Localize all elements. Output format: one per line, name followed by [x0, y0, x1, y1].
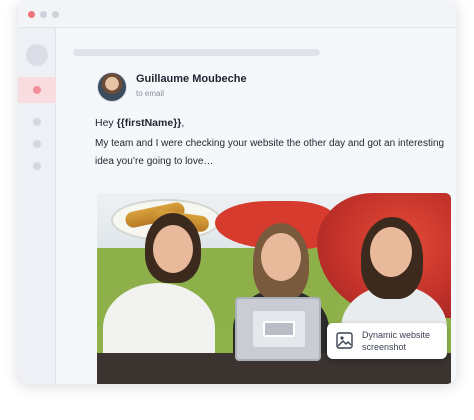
- person-right-face: [370, 227, 412, 277]
- person-middle-face: [261, 233, 301, 281]
- sidebar-item-dot-icon[interactable]: [33, 118, 41, 126]
- laptop-screen: [253, 311, 305, 347]
- window-titlebar: [18, 0, 456, 28]
- email-body-line: My team and I were checking your website…: [95, 138, 445, 149]
- dynamic-screenshot-badge: Dynamic website screenshot: [327, 323, 447, 359]
- dynamic-screenshot-image: Dynamic website screenshot: [97, 193, 451, 384]
- badge-label: screenshot: [362, 342, 407, 352]
- recipient-label: to email: [136, 89, 165, 98]
- sidebar-item-dot-icon[interactable]: [33, 162, 41, 170]
- inbox-dot-icon: [33, 86, 41, 94]
- first-name-variable: {{firstName}}: [116, 117, 182, 129]
- subject-placeholder-bar: [73, 49, 320, 56]
- email-window: Guillaume Moubeche to email Hey {{firstN…: [18, 0, 456, 384]
- sidebar: [18, 28, 56, 384]
- laptop: [235, 297, 321, 361]
- image-icon: [336, 332, 353, 349]
- badge-label: Dynamic website: [362, 330, 431, 340]
- sidebar-item-inbox[interactable]: [18, 77, 56, 103]
- sidebar-item-dot-icon[interactable]: [33, 140, 41, 148]
- close-window-button[interactable]: [28, 11, 35, 18]
- maximize-window-button[interactable]: [52, 11, 59, 18]
- email-body-line: idea you’re going to love…: [95, 156, 214, 167]
- sender-name: Guillaume Moubeche: [136, 73, 247, 85]
- greeting-prefix: Hey: [95, 117, 117, 129]
- greeting-suffix: ,: [181, 117, 185, 129]
- email-content: Guillaume Moubeche to email Hey {{firstN…: [56, 28, 456, 384]
- person-left-face: [153, 225, 193, 273]
- minimize-window-button[interactable]: [40, 11, 47, 18]
- email-greeting: Hey {{firstName}},: [95, 117, 184, 129]
- screen-placeholder-icon: [263, 321, 295, 337]
- sender-avatar: [97, 72, 127, 102]
- profile-avatar-icon[interactable]: [26, 44, 48, 66]
